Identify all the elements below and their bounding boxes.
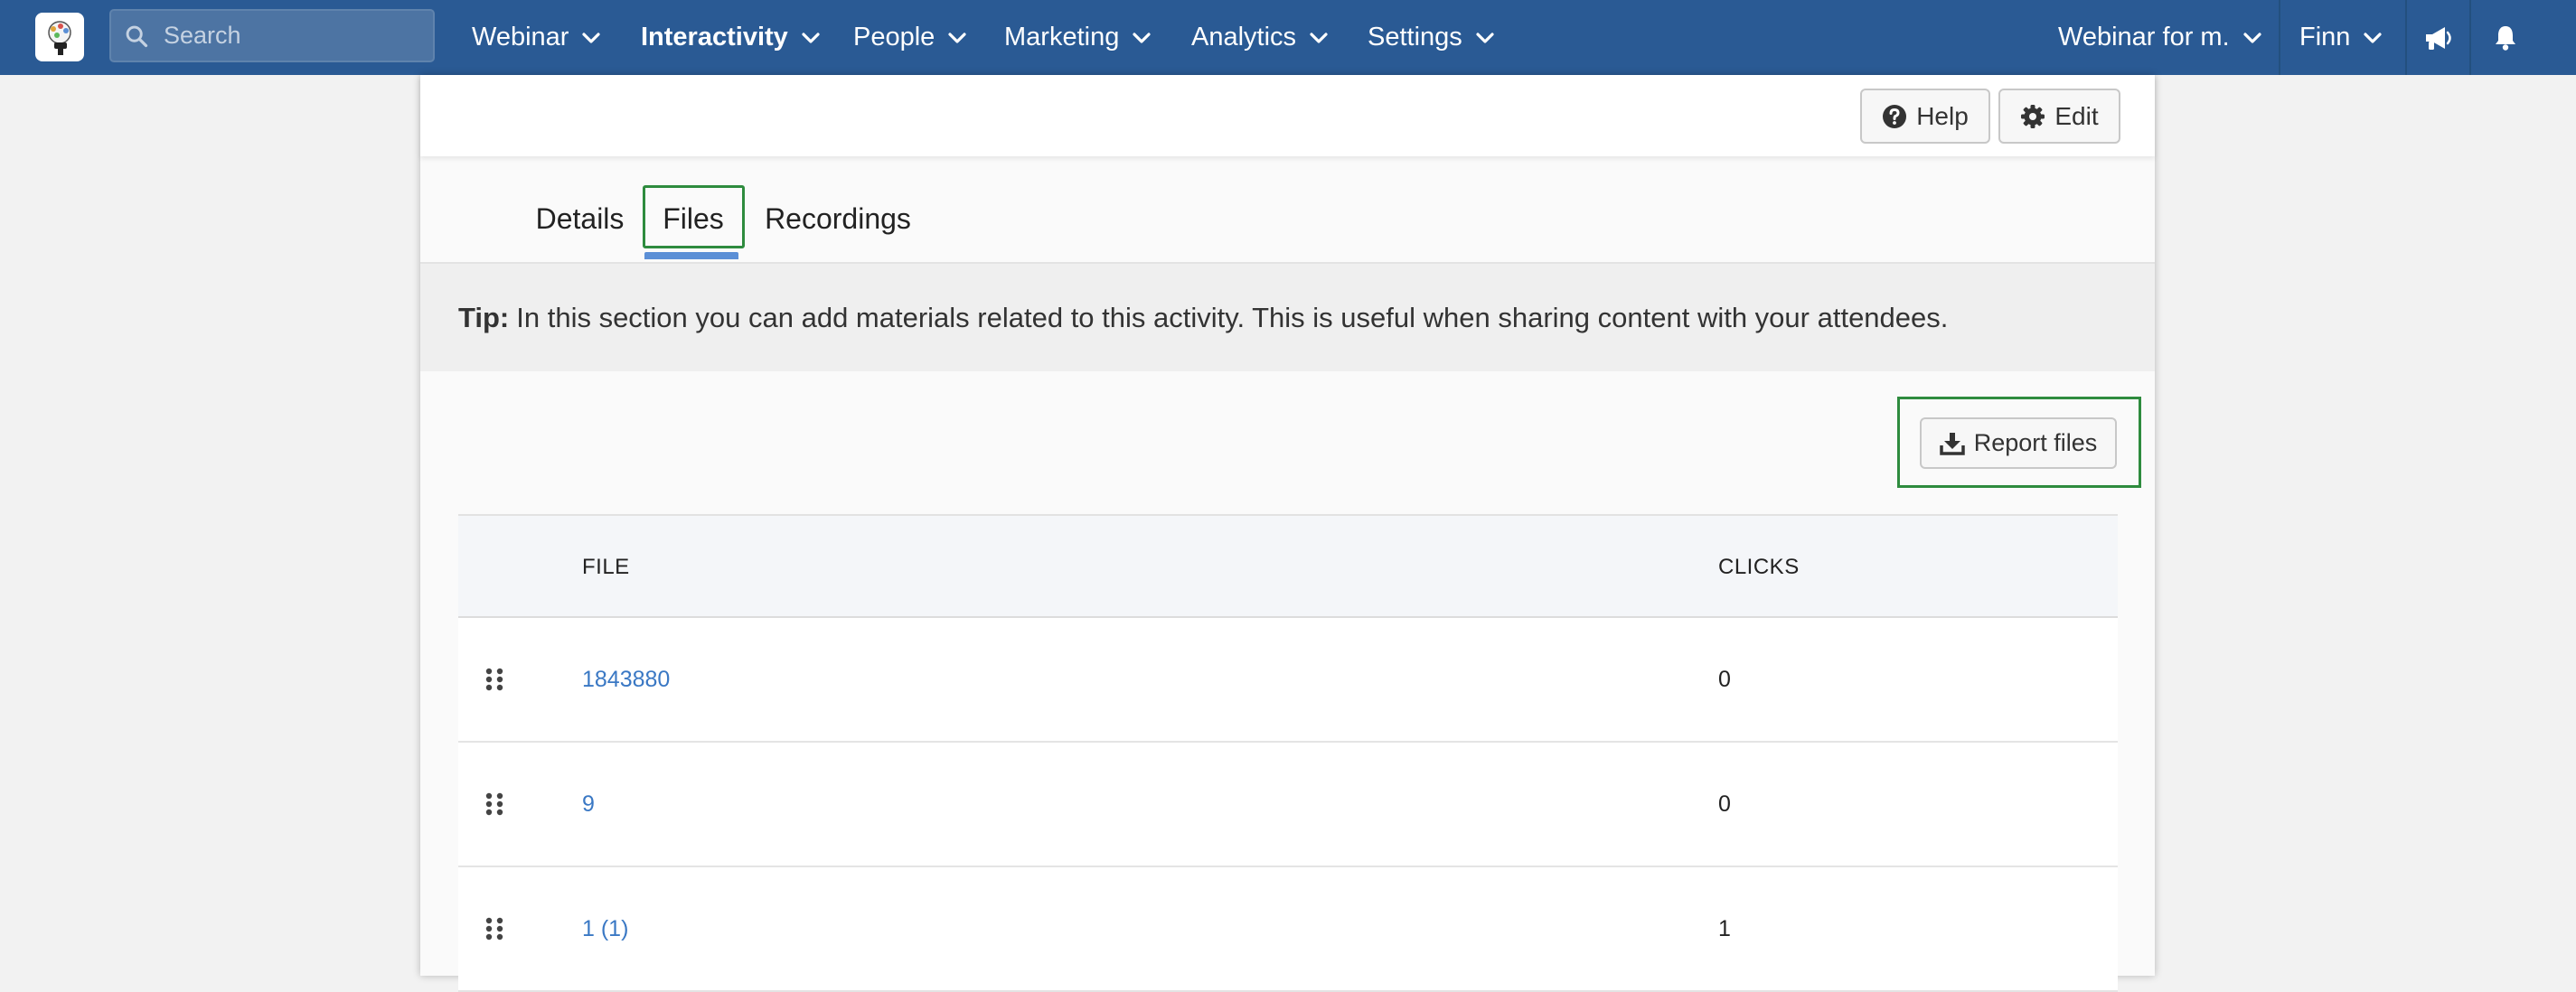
content-panel: Help Edit Details Files Recordings Tip: … <box>420 75 2155 992</box>
table-row: 9 0 <box>458 743 2118 867</box>
tab-details-label: Details <box>535 201 625 235</box>
edit-button-label: Edit <box>2054 101 2099 130</box>
tip-text: In this section you can add materials re… <box>516 301 1949 333</box>
gear-icon <box>2021 104 2045 128</box>
download-icon <box>1939 432 1965 455</box>
nav-webinar-label: Webinar <box>472 23 569 51</box>
table-row: 1 (1) 1 <box>458 867 2118 992</box>
file-link[interactable]: 1843880 <box>582 618 670 741</box>
announcements-button[interactable] <box>2407 0 2469 75</box>
chevron-down-icon <box>1476 32 1494 43</box>
drag-handle-icon[interactable] <box>484 867 505 990</box>
nav-interactivity-label: Interactivity <box>641 23 788 51</box>
chevron-down-icon <box>2243 32 2261 43</box>
megaphone-icon <box>2425 26 2451 50</box>
drag-handle-icon[interactable] <box>484 618 505 741</box>
top-navbar: Webinar Interactivity People Marketing A… <box>0 0 2576 75</box>
column-header-clicks: CLICKS <box>1718 554 1800 579</box>
edit-button[interactable]: Edit <box>1998 89 2120 144</box>
webinar-selector[interactable]: Webinar for m. <box>2058 0 2262 75</box>
help-button-label: Help <box>1916 101 1969 130</box>
report-files-button[interactable]: Report files <box>1920 417 2117 469</box>
search-box[interactable] <box>109 9 435 62</box>
file-link[interactable]: 9 <box>582 743 595 866</box>
nav-analytics[interactable]: Analytics <box>1191 0 1329 75</box>
user-menu-label: Finn <box>2299 23 2351 51</box>
nav-people-label: People <box>853 23 935 51</box>
chevron-down-icon <box>802 32 820 43</box>
nav-interactivity[interactable]: Interactivity <box>641 0 821 75</box>
webinar-selector-label: Webinar for m. <box>2058 23 2230 51</box>
nav-marketing-label: Marketing <box>1004 23 1120 51</box>
nav-analytics-label: Analytics <box>1191 23 1297 51</box>
nav-people[interactable]: People <box>853 0 967 75</box>
file-link[interactable]: 1 (1) <box>582 867 628 990</box>
column-header-file: FILE <box>582 554 630 579</box>
clicks-value: 1 <box>1718 915 1731 941</box>
logo-icon <box>48 21 71 55</box>
help-button[interactable]: Help <box>1860 89 1990 144</box>
chevron-down-icon <box>2364 32 2383 43</box>
notifications-button[interactable] <box>2471 0 2540 75</box>
clicks-value: 0 <box>1718 666 1731 692</box>
drag-handle-icon[interactable] <box>484 743 505 866</box>
report-files-label: Report files <box>1973 429 2098 456</box>
nav-marketing[interactable]: Marketing <box>1004 0 1152 75</box>
tab-files-highlight <box>643 185 745 248</box>
search-input[interactable] <box>162 21 428 51</box>
tab-recordings[interactable]: Recordings <box>757 188 919 249</box>
active-tab-indicator <box>644 252 738 259</box>
user-menu[interactable]: Finn <box>2299 0 2383 75</box>
question-circle-icon <box>1883 104 1907 128</box>
bell-icon <box>2496 25 2515 51</box>
tab-recordings-label: Recordings <box>765 201 911 235</box>
tab-details[interactable]: Details <box>523 188 636 249</box>
nav-settings[interactable]: Settings <box>1368 0 1495 75</box>
chevron-down-icon <box>1310 32 1328 43</box>
nav-settings-label: Settings <box>1368 23 1462 51</box>
chevron-down-icon <box>948 32 966 43</box>
nav-webinar[interactable]: Webinar <box>472 0 601 75</box>
app-logo[interactable] <box>35 13 84 61</box>
tip-banner: Tip: In this section you can add materia… <box>420 264 2155 371</box>
panel-header: Help Edit <box>420 75 2155 156</box>
table-header: FILE CLICKS <box>458 514 2118 618</box>
table-row: 1843880 0 <box>458 618 2118 743</box>
tip-prefix: Tip: <box>458 301 510 333</box>
clicks-value: 0 <box>1718 791 1731 817</box>
chevron-down-icon <box>582 32 601 43</box>
search-icon <box>126 25 148 47</box>
nav-divider <box>2279 0 2280 75</box>
chevron-down-icon <box>1133 32 1151 43</box>
